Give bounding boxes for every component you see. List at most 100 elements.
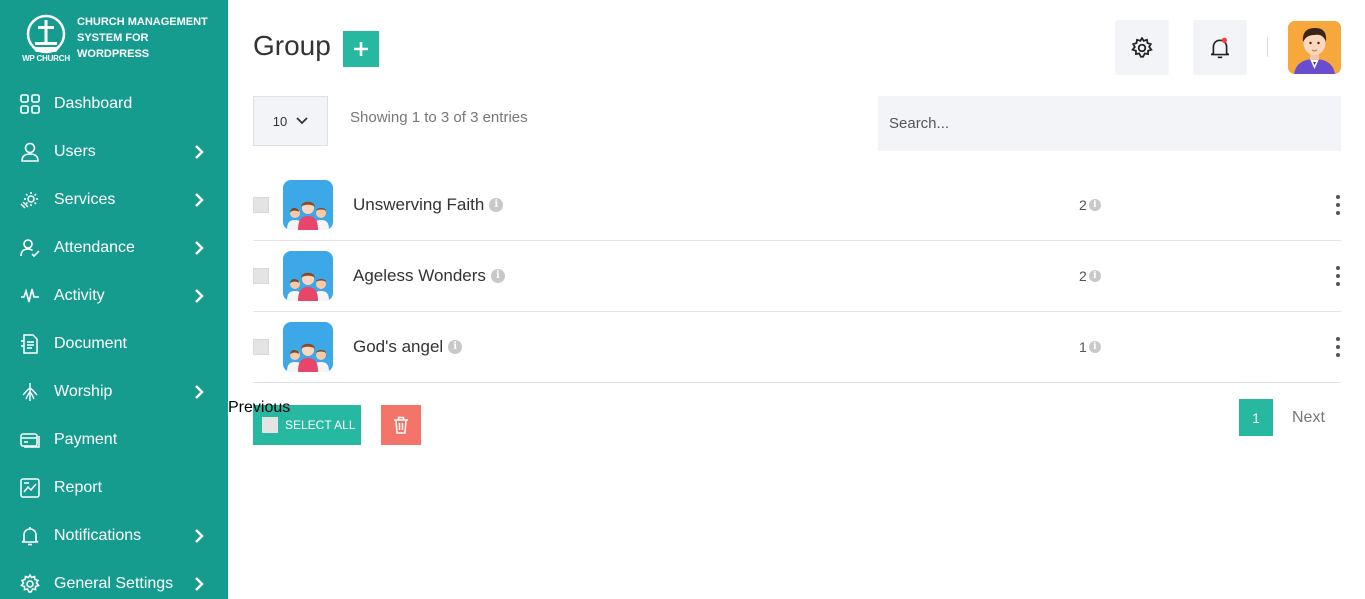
header-divider bbox=[1267, 37, 1268, 57]
page-size-value: 10 bbox=[272, 113, 288, 129]
brand-title-line: CHURCH MANAGEMENT bbox=[77, 16, 208, 28]
info-icon[interactable]: i bbox=[448, 340, 463, 354]
sidebar-item-notifications[interactable]: Notifications bbox=[0, 512, 228, 560]
entries-info: Showing 1 to 3 of 3 entries bbox=[350, 109, 528, 126]
sidebar-item-services[interactable]: Services bbox=[0, 176, 228, 224]
document-icon bbox=[19, 333, 41, 355]
sidebar-item-label: Attendance bbox=[54, 239, 135, 256]
group-name[interactable]: Ageless Wonders i bbox=[353, 266, 505, 286]
sidebar-item-document[interactable]: Document bbox=[0, 320, 228, 368]
search-input[interactable] bbox=[878, 96, 1341, 151]
chevron-right-icon bbox=[195, 577, 204, 591]
sidebar-item-label: Services bbox=[54, 191, 116, 208]
user-icon bbox=[19, 141, 41, 163]
sidebar-item-label: Report bbox=[54, 479, 103, 496]
dashboard-icon bbox=[19, 93, 41, 115]
plus-icon bbox=[354, 42, 368, 56]
brand-short-name: WP CHURCH bbox=[22, 54, 70, 63]
member-count-value: 2 bbox=[1079, 197, 1087, 213]
sidebar-item-label: Users bbox=[54, 143, 96, 160]
gear-icon bbox=[1131, 36, 1153, 58]
sidebar-item-users[interactable]: Users bbox=[0, 128, 228, 176]
sidebar-item-label: Activity bbox=[54, 287, 105, 304]
pagination-next[interactable]: Next bbox=[1292, 409, 1325, 427]
brand[interactable]: WP CHURCH CHURCH MANAGEMENT SYSTEM FOR W… bbox=[0, 0, 228, 80]
sidebar-item-report[interactable]: Report bbox=[0, 464, 228, 512]
chevron-right-icon bbox=[195, 289, 204, 303]
group-list: Unswerving Faith i 2 i Ageless Wonders i… bbox=[253, 170, 1341, 383]
group-name[interactable]: God's angel i bbox=[353, 337, 463, 357]
sidebar-item-attendance[interactable]: Attendance bbox=[0, 224, 228, 272]
brand-title-line: SYSTEM FOR bbox=[77, 32, 149, 44]
table-row: Ageless Wonders i 2 i bbox=[253, 241, 1341, 312]
sidebar-item-label: Payment bbox=[54, 431, 118, 448]
sidebar-item-dashboard[interactable]: Dashboard bbox=[0, 80, 228, 128]
gear-icon bbox=[19, 573, 41, 595]
chevron-right-icon bbox=[195, 145, 204, 159]
sidebar-item-general-settings[interactable]: General Settings bbox=[0, 560, 228, 599]
sidebar-item-label: Worship bbox=[54, 383, 113, 400]
chevron-right-icon bbox=[195, 193, 204, 207]
group-name[interactable]: Unswerving Faith i bbox=[353, 195, 504, 215]
more-options-icon[interactable] bbox=[1331, 335, 1345, 359]
sidebar-nav: Dashboard Users Services Attendance Acti… bbox=[0, 80, 228, 599]
member-count: 1 i bbox=[1079, 339, 1101, 355]
bell-icon bbox=[1210, 37, 1230, 58]
pagination-page[interactable]: 1 bbox=[1239, 399, 1273, 436]
more-options-icon[interactable] bbox=[1331, 193, 1345, 217]
sidebar-item-label: Document bbox=[54, 335, 127, 352]
info-icon[interactable]: i bbox=[490, 269, 505, 283]
member-count-value: 2 bbox=[1079, 268, 1087, 284]
services-icon bbox=[19, 189, 41, 211]
group-name-text: Ageless Wonders bbox=[353, 266, 486, 285]
worship-icon bbox=[19, 381, 41, 403]
bell-icon bbox=[19, 525, 41, 547]
select-all-checkbox bbox=[262, 417, 278, 433]
table-row: Unswerving Faith i 2 i bbox=[253, 170, 1341, 241]
sidebar-item-payment[interactable]: Payment bbox=[0, 416, 228, 464]
main-content: Group 10 Showing 1 to 3 of 3 entries Sea… bbox=[228, 0, 1365, 599]
member-count-value: 1 bbox=[1079, 339, 1087, 355]
sidebar-item-activity[interactable]: Activity bbox=[0, 272, 228, 320]
chevron-down-icon bbox=[296, 117, 308, 125]
page-size-select[interactable]: 10 bbox=[253, 96, 328, 146]
more-options-icon[interactable] bbox=[1331, 264, 1345, 288]
group-icon bbox=[283, 251, 333, 301]
group-name-text: Unswerving Faith bbox=[353, 195, 485, 214]
info-icon[interactable]: i bbox=[1088, 199, 1101, 211]
activity-icon bbox=[19, 285, 41, 307]
notifications-button[interactable] bbox=[1193, 20, 1247, 75]
info-icon[interactable]: i bbox=[1088, 341, 1101, 353]
payment-icon bbox=[19, 429, 41, 451]
select-all-label: SELECT ALL bbox=[285, 418, 356, 432]
sidebar-item-worship[interactable]: Worship bbox=[0, 368, 228, 416]
brand-title: CHURCH MANAGEMENT SYSTEM FOR WORDPRESS bbox=[77, 14, 208, 62]
chevron-right-icon bbox=[195, 529, 204, 543]
add-group-button[interactable] bbox=[343, 31, 379, 67]
pagination-previous[interactable]: Previous bbox=[228, 399, 290, 417]
attendance-icon bbox=[19, 237, 41, 259]
chevron-right-icon bbox=[195, 241, 204, 255]
page-title: Group bbox=[253, 30, 331, 61]
avatar-icon bbox=[1288, 21, 1341, 74]
chevron-right-icon bbox=[195, 385, 204, 399]
brand-logo: WP CHURCH bbox=[18, 14, 74, 63]
info-icon[interactable]: i bbox=[1088, 270, 1101, 282]
row-checkbox[interactable] bbox=[253, 268, 269, 284]
report-icon bbox=[19, 477, 41, 499]
trash-icon bbox=[394, 416, 408, 434]
row-checkbox[interactable] bbox=[253, 339, 269, 355]
member-count: 2 i bbox=[1079, 197, 1101, 213]
group-icon bbox=[283, 322, 333, 372]
delete-button[interactable] bbox=[381, 405, 421, 445]
sidebar-item-label: Notifications bbox=[54, 527, 142, 544]
brand-title-line: WORDPRESS bbox=[77, 48, 150, 60]
user-avatar[interactable] bbox=[1288, 21, 1341, 74]
sidebar-item-label: Dashboard bbox=[54, 95, 133, 112]
table-row: God's angel i 1 i bbox=[253, 312, 1341, 383]
sidebar-item-label: General Settings bbox=[54, 575, 174, 592]
info-icon[interactable]: i bbox=[489, 198, 504, 212]
group-icon bbox=[283, 180, 333, 230]
settings-button[interactable] bbox=[1115, 20, 1169, 75]
row-checkbox[interactable] bbox=[253, 197, 269, 213]
